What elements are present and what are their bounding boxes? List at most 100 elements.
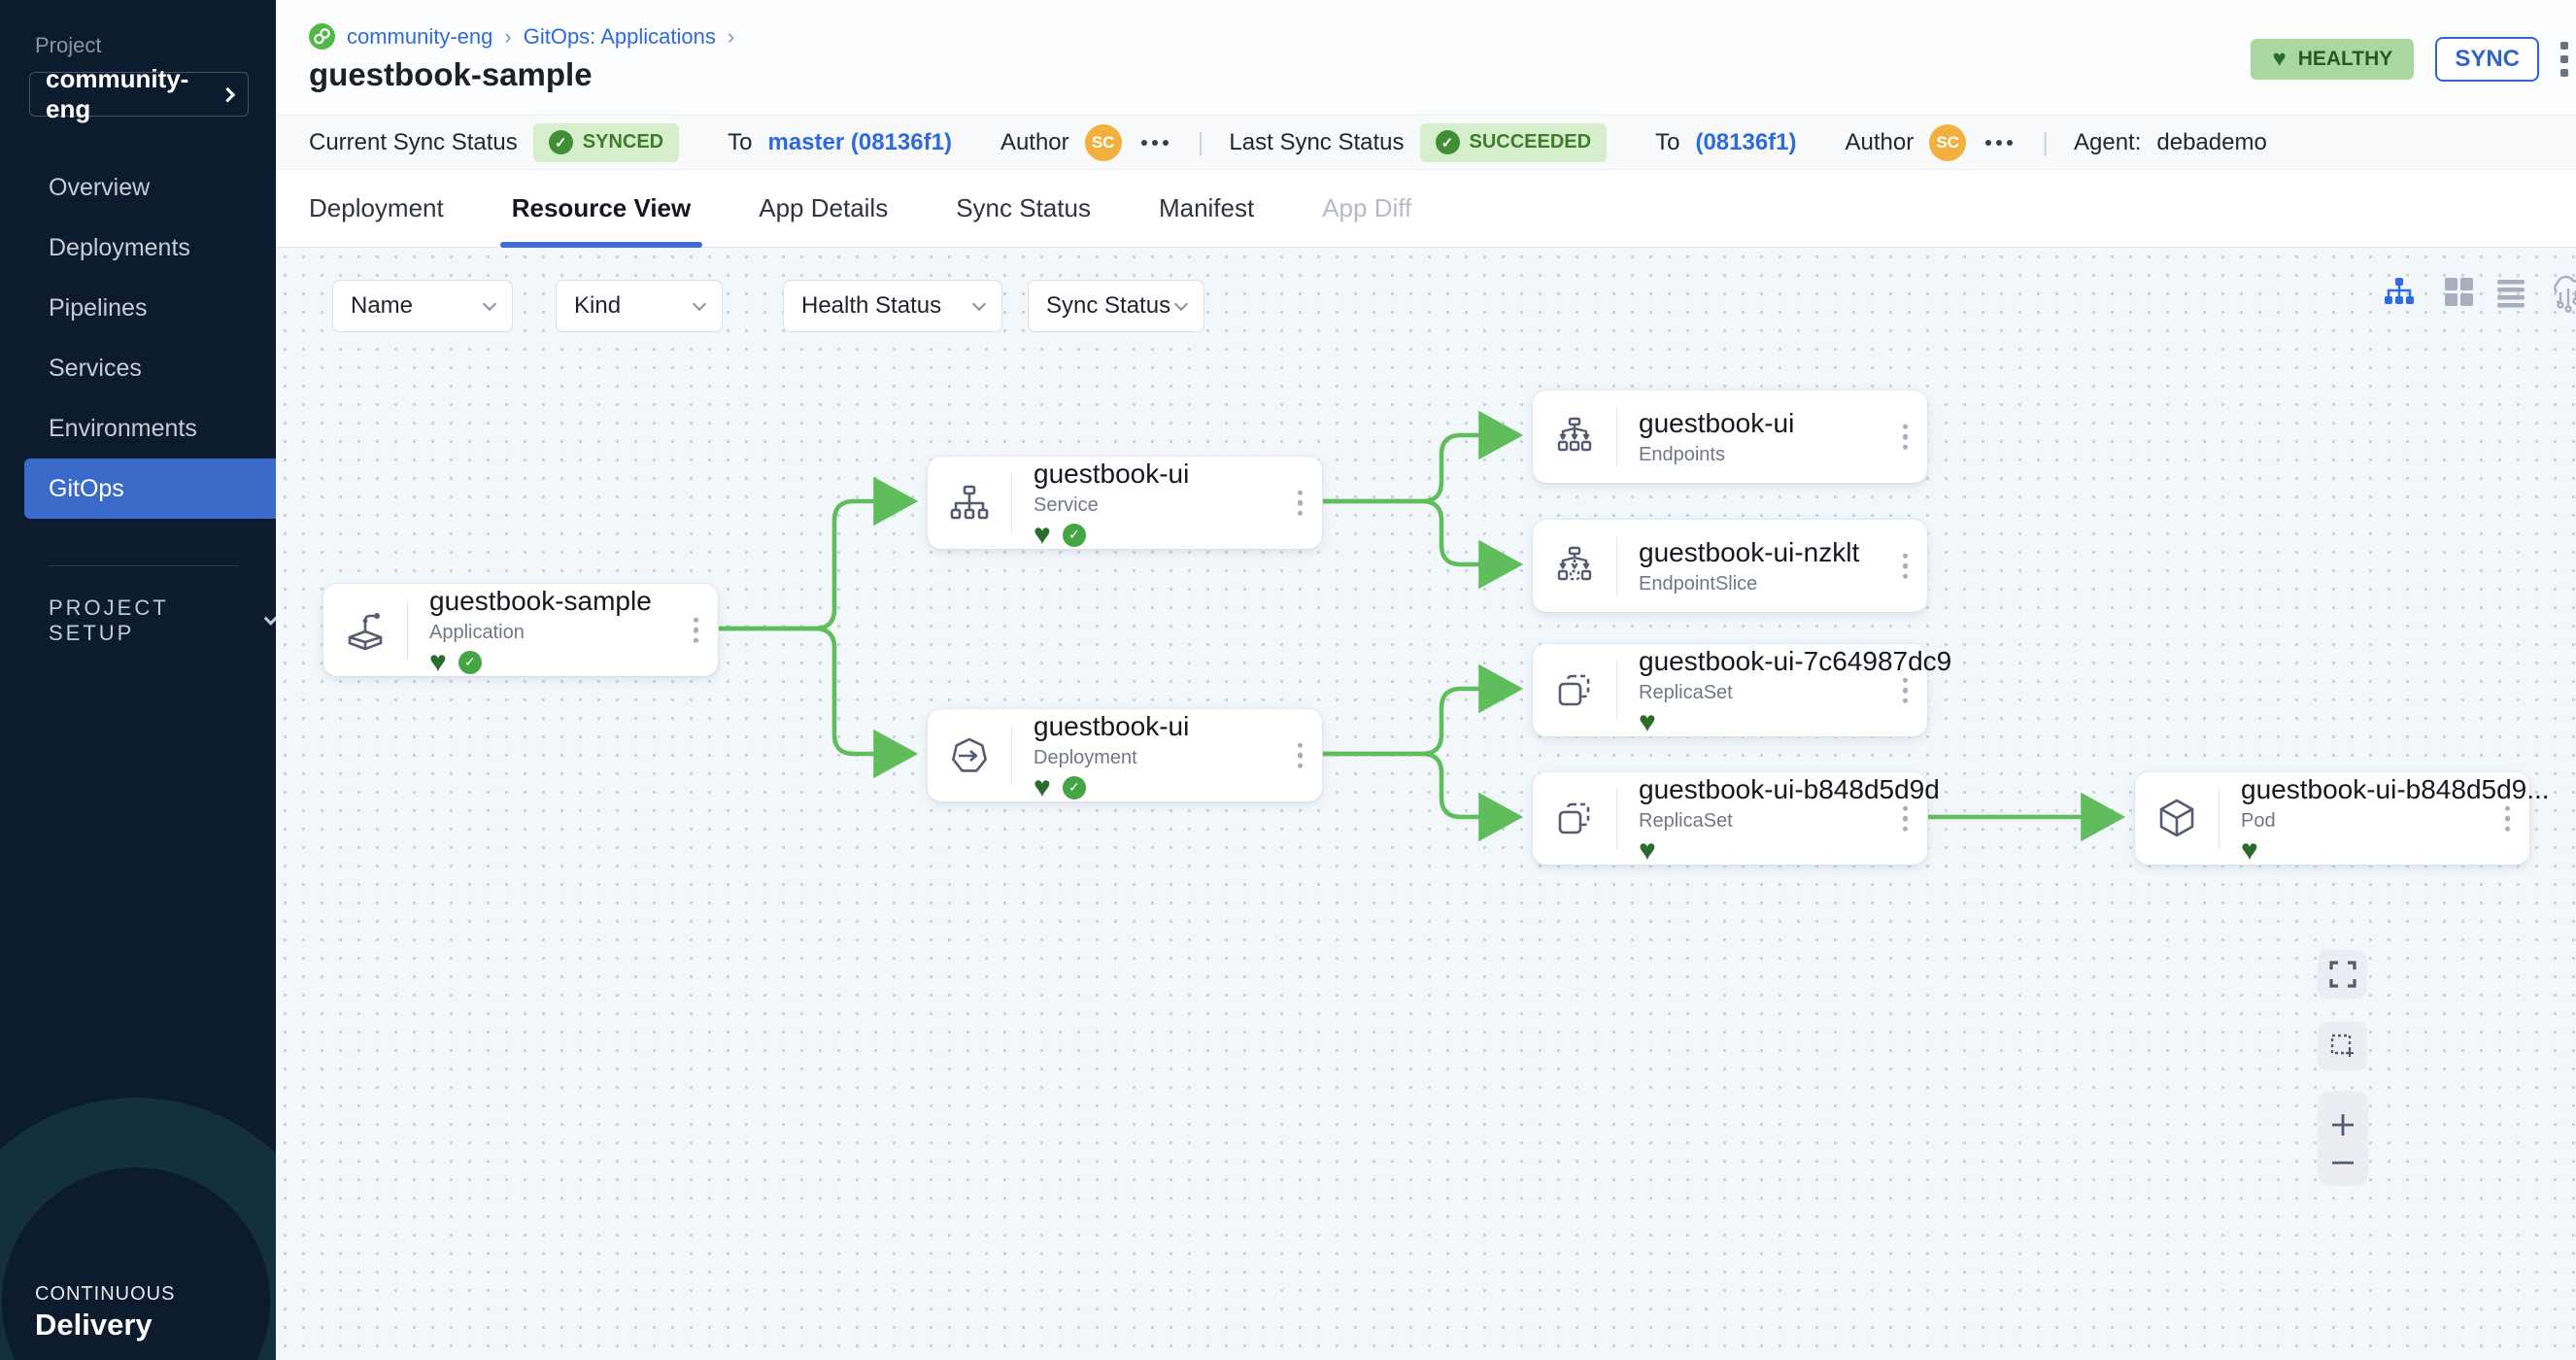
node-menu-kebab-icon[interactable] [1903,805,1909,832]
pod-icon [2135,796,2219,842]
tab-sync-status[interactable]: Sync Status [956,170,1091,248]
node-kind: Pod [2241,810,2550,833]
node-menu-kebab-icon[interactable] [1903,553,1909,579]
synced-badge: ✓ SYNCED [533,123,679,162]
sidebar: Project community-eng Overview Deploymen… [0,0,276,1360]
brand-line-2: Delivery [35,1308,175,1343]
zoom-out-button[interactable] [2329,1159,2356,1167]
current-sync-status-label: Current Sync Status [309,129,518,156]
healthy-heart-icon: ♥ [2241,836,2258,866]
sidebar-item-overview[interactable]: Overview [0,157,276,218]
healthy-heart-icon: ♥ [1639,708,1656,737]
filter-sync-status-dropdown[interactable]: Sync Status [1028,280,1204,332]
application-icon [323,607,407,654]
node-title: guestbook-ui-b848d5d9... [2241,774,2550,805]
grid-view-icon[interactable] [2442,275,2475,313]
tab-app-details[interactable]: App Details [759,170,888,248]
healthy-heart-icon: ♥ [1034,521,1051,550]
tab-deployment[interactable]: Deployment [309,170,444,248]
breadcrumb-separator: › [728,24,734,50]
node-menu-kebab-icon[interactable] [694,617,699,643]
node-replicaset-guestbook-ui-7c64987dc9[interactable]: guestbook-ui-7c64987dc9 ReplicaSet ♥ [1533,644,1927,736]
node-menu-kebab-icon[interactable] [1298,490,1304,516]
tab-manifest[interactable]: Manifest [1159,170,1254,248]
sidebar-item-services[interactable]: Services [0,338,276,398]
sidebar-item-pipelines[interactable]: Pipelines [0,278,276,338]
tree-view-icon[interactable] [2383,275,2416,313]
filter-name-dropdown[interactable]: Name [332,280,513,332]
node-menu-kebab-icon[interactable] [1903,424,1909,450]
brand-line-1: CONTINUOUS [35,1283,175,1306]
tab-bar: Deployment Resource View App Details Syn… [276,170,2576,248]
page-title: guestbook-sample [309,56,593,93]
endpointslice-icon [1533,543,1616,590]
resource-graph-canvas[interactable]: Name Kind Health Status Sync Status [276,248,2576,1360]
node-title: guestbook-ui-7c64987dc9 [1639,646,1951,677]
filter-health-status-dropdown[interactable]: Health Status [783,280,1002,332]
sidebar-nav: Overview Deployments Pipelines Services … [0,157,276,519]
node-application-guestbook-sample[interactable]: guestbook-sample Application ♥ ✓ [323,584,718,676]
commit-more-kebab-icon[interactable] [1985,140,2013,146]
node-replicaset-guestbook-ui-b848d5d9d[interactable]: guestbook-ui-b848d5d9d ReplicaSet ♥ [1533,772,1927,865]
succeeded-badge: ✓ SUCCEEDED [1420,123,1608,162]
chevron-down-icon [263,610,276,625]
replicaset-icon [1533,667,1616,714]
sidebar-item-environments[interactable]: Environments [0,398,276,459]
node-menu-kebab-icon[interactable] [1903,677,1909,703]
cluster-view-icon[interactable] [2549,275,2576,319]
last-sync-status-label: Last Sync Status [1229,129,1404,156]
tab-app-diff[interactable]: App Diff [1322,170,1411,248]
author-avatar[interactable]: SC [1085,124,1122,161]
chevron-down-icon [1174,296,1188,310]
sidebar-item-gitops[interactable]: GitOps [24,459,276,519]
node-kind: Service [1034,494,1189,517]
marquee-select-button[interactable] [2318,1022,2367,1071]
node-menu-kebab-icon[interactable] [1298,742,1304,768]
author-avatar[interactable]: SC [1929,124,1966,161]
author-label: Author [1000,129,1069,156]
node-endpointslice-guestbook-ui-nzklt[interactable]: guestbook-ui-nzklt EndpointSlice [1533,520,1927,612]
deployment-icon [928,732,1011,779]
node-endpoints-guestbook-ui[interactable]: guestbook-ui Endpoints [1533,391,1927,483]
breadcrumb-project-link[interactable]: community-eng [347,24,492,50]
node-menu-kebab-icon[interactable] [2505,805,2511,832]
commit-more-kebab-icon[interactable] [1141,140,1169,146]
author-label: Author [1846,129,1915,156]
sidebar-divider [49,565,239,566]
agent-label: Agent: [2074,129,2141,156]
list-view-icon[interactable] [2494,275,2527,313]
project-setup-toggle[interactable]: PROJECT SETUP [49,595,276,646]
view-switcher [2353,275,2576,314]
filter-kind-dropdown[interactable]: Kind [556,280,723,332]
sidebar-item-deployments[interactable]: Deployments [0,218,276,278]
node-title: guestbook-sample [429,586,652,617]
node-kind: Application [429,622,652,644]
sync-button[interactable]: SYNC [2435,37,2539,82]
healthy-heart-icon: ♥ [1034,773,1051,802]
health-status-badge: ♥ HEALTHY [2251,39,2414,80]
breadcrumb-applications-link[interactable]: GitOps: Applications [524,24,716,50]
node-deployment-guestbook-ui[interactable]: guestbook-ui Deployment ♥ ✓ [928,709,1322,801]
project-selector[interactable]: community-eng [29,72,249,117]
node-title: guestbook-ui-nzklt [1639,537,1859,568]
chevron-down-icon [972,296,986,310]
last-revision-link[interactable]: (08136f1) [1695,129,1796,156]
node-kind: Deployment [1034,747,1189,769]
tab-resource-view[interactable]: Resource View [512,170,692,248]
node-service-guestbook-ui[interactable]: guestbook-ui Service ♥ ✓ [928,457,1322,549]
fullscreen-button[interactable] [2318,950,2367,999]
node-title: guestbook-ui [1034,459,1189,490]
node-pod-guestbook-ui-b848d5d9[interactable]: guestbook-ui-b848d5d9... Pod ♥ [2135,772,2529,865]
heart-icon: ♥ [2272,48,2286,71]
sync-status-bar: Current Sync Status ✓ SYNCED To master (… [276,115,2576,170]
node-kind: EndpointSlice [1639,573,1859,595]
gitops-app-icon [309,23,335,50]
chevron-down-icon [483,296,496,310]
divider: | [2042,127,2049,157]
current-revision-link[interactable]: master (08136f1) [767,129,951,156]
node-title: guestbook-ui [1639,408,1794,439]
zoom-in-button[interactable] [2329,1111,2356,1139]
more-options-kebab-icon[interactable] [2560,42,2568,77]
breadcrumb: community-eng › GitOps: Applications › [309,23,734,50]
node-kind: ReplicaSet [1639,810,1940,833]
